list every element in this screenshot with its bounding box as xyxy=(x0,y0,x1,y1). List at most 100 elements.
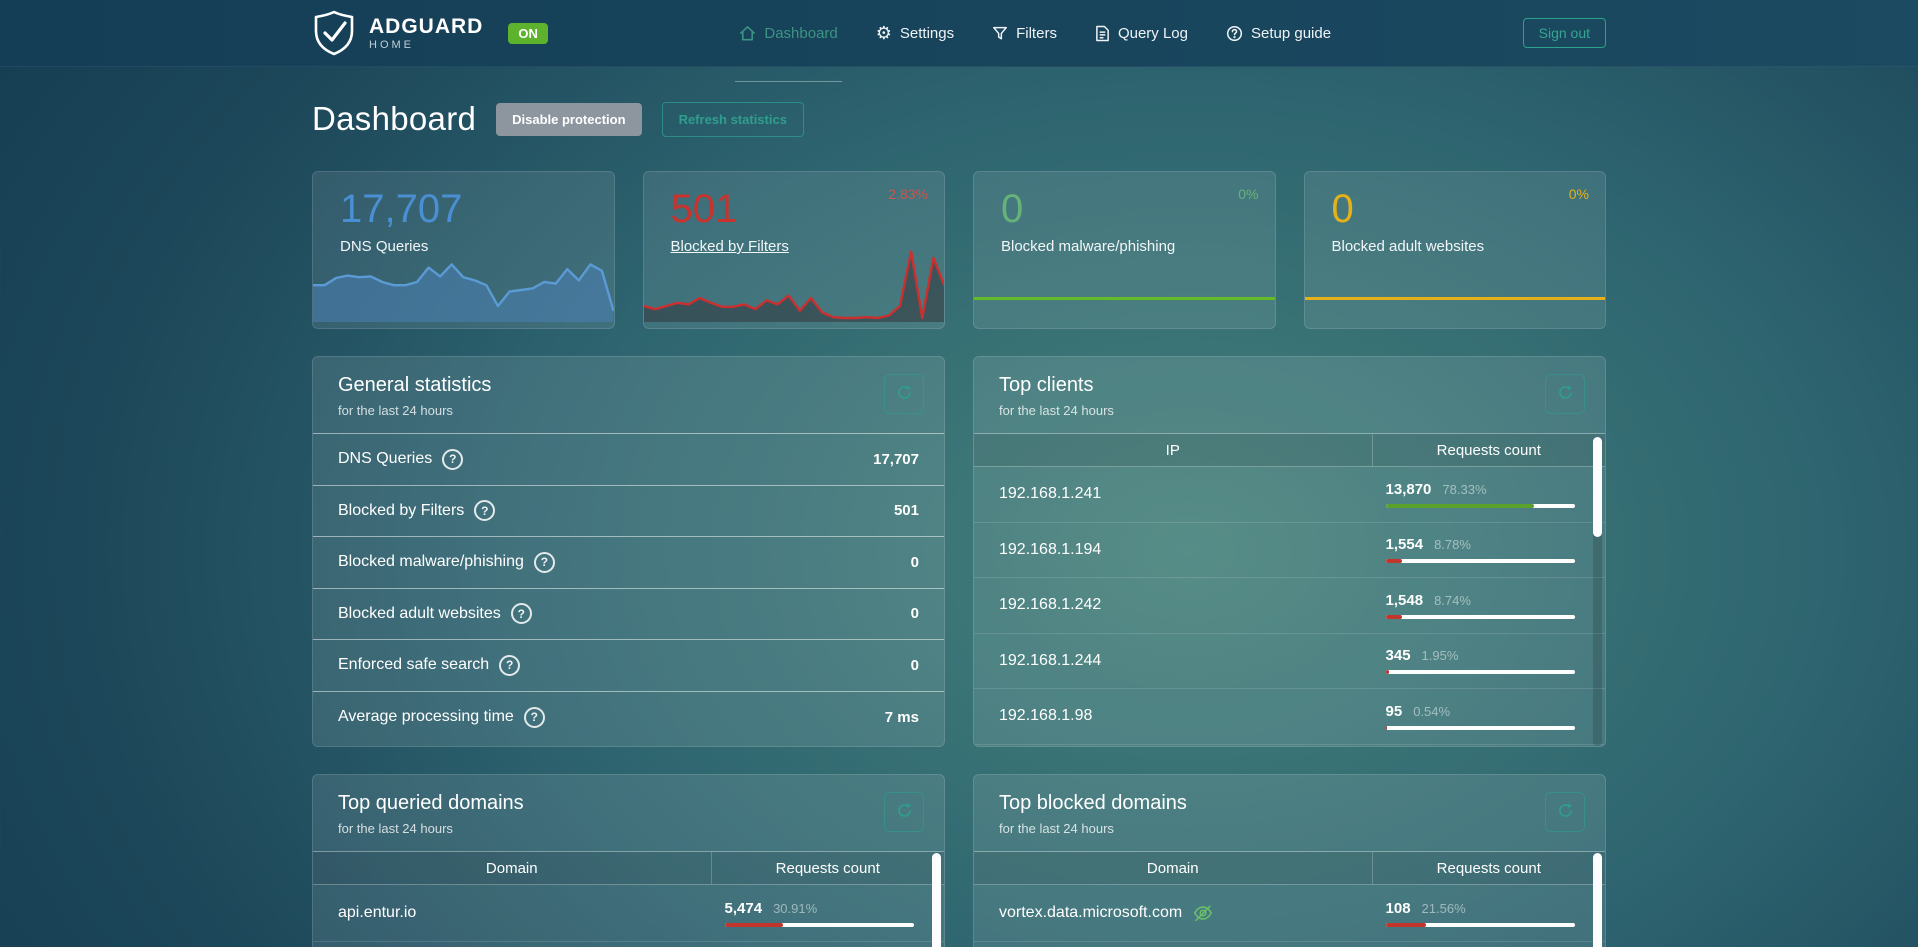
progress-bar xyxy=(1386,504,1575,508)
nav-dashboard-label: Dashboard xyxy=(764,25,837,42)
blocked-malware-percent: 0% xyxy=(1238,186,1258,202)
gear-icon: ⚙ xyxy=(876,24,892,42)
blocked-adult-percent: 0% xyxy=(1569,186,1589,202)
client-row: 192.168.1.98 95 0.54% xyxy=(974,689,1605,745)
nav-links: Dashboard ⚙ Settings Filters xyxy=(739,0,1331,66)
request-count: 5,474 xyxy=(725,900,763,917)
shield-logo-icon xyxy=(312,10,356,56)
help-icon[interactable] xyxy=(474,500,495,521)
stat-label: Blocked malware/phishing xyxy=(338,553,524,571)
disable-protection-button[interactable]: Disable protection xyxy=(496,103,641,136)
dns-queries-value: 17,707 xyxy=(340,186,596,232)
scrollbar-thumb[interactable] xyxy=(1593,437,1602,537)
scrollbar-thumb[interactable] xyxy=(1593,853,1602,947)
card-blocked-by-filters: 501 Blocked by Filters 2.83% xyxy=(643,171,946,329)
nav-setup-guide-label: Setup guide xyxy=(1251,25,1331,42)
client-ip[interactable]: 192.168.1.242 xyxy=(974,596,1372,614)
refresh-icon-button[interactable] xyxy=(1545,374,1585,414)
blocked-filters-sparkline xyxy=(644,242,945,322)
document-icon xyxy=(1095,25,1110,42)
column-header-domain: Domain xyxy=(974,860,1372,877)
top-clients-subtitle: for the last 24 hours xyxy=(999,403,1580,418)
help-icon[interactable] xyxy=(499,655,520,676)
stat-label: DNS Queries xyxy=(338,450,432,468)
refresh-icon xyxy=(896,802,913,822)
brand-subtitle: HOME xyxy=(369,40,483,51)
top-blocked-subtitle: for the last 24 hours xyxy=(999,821,1580,836)
scrollbar xyxy=(1593,437,1602,746)
table-header: Domain Requests count xyxy=(974,852,1605,885)
filter-funnel-icon xyxy=(992,25,1008,41)
refresh-icon xyxy=(1557,802,1574,822)
adguard-home-logo[interactable]: ADGUARD HOME ON xyxy=(312,10,548,56)
column-header-requests: Requests count xyxy=(711,852,944,884)
top-clients-title: Top clients xyxy=(999,374,1580,397)
blocked-adult-flatline xyxy=(1305,297,1606,300)
blocked-adult-label: Blocked adult websites xyxy=(1332,238,1588,255)
top-queried-domains-panel: Top queried domains for the last 24 hour… xyxy=(312,774,945,947)
refresh-icon xyxy=(896,384,913,404)
queried-domain[interactable]: api.entur.io xyxy=(313,904,711,922)
nav-settings[interactable]: ⚙ Settings xyxy=(876,0,954,66)
refresh-statistics-button[interactable]: Refresh statistics xyxy=(662,102,804,137)
client-ip[interactable]: 192.168.1.98 xyxy=(974,707,1372,725)
top-queried-subtitle: for the last 24 hours xyxy=(338,821,919,836)
client-row: 192.168.1.242 1,548 8.74% xyxy=(974,578,1605,634)
request-count: 1,554 xyxy=(1386,536,1424,553)
stat-value: 0 xyxy=(911,554,919,571)
request-percent: 30.91% xyxy=(773,901,817,916)
stat-value: 501 xyxy=(894,502,919,519)
brand-name: ADGUARD xyxy=(369,16,483,37)
progress-bar xyxy=(1386,923,1575,927)
request-count: 1,548 xyxy=(1386,592,1424,609)
blocked-malware-value: 0 xyxy=(1001,186,1257,232)
help-icon[interactable] xyxy=(524,707,545,728)
top-clients-panel: Top clients for the last 24 hours IP Req… xyxy=(973,356,1606,747)
stat-row-blocked-adult: Blocked adult websites 0 xyxy=(313,589,944,641)
stat-row-processing-time: Average processing time 7 ms xyxy=(313,692,944,744)
stat-row-blocked-malware: Blocked malware/phishing 0 xyxy=(313,537,944,589)
nav-settings-label: Settings xyxy=(900,25,954,42)
request-count: 345 xyxy=(1386,647,1411,664)
nav-query-log[interactable]: Query Log xyxy=(1095,0,1188,66)
progress-bar xyxy=(1386,559,1575,563)
card-dns-queries: 17,707 DNS Queries xyxy=(312,171,615,329)
card-blocked-adult: 0 Blocked adult websites 0% xyxy=(1304,171,1607,329)
client-ip[interactable]: 192.168.1.194 xyxy=(974,541,1372,559)
stat-row-safe-search: Enforced safe search 0 xyxy=(313,640,944,692)
sign-out-button[interactable]: Sign out xyxy=(1523,18,1606,48)
help-icon[interactable] xyxy=(442,449,463,470)
stat-value: 7 ms xyxy=(885,709,919,726)
progress-bar xyxy=(1386,670,1575,674)
table-header: Domain Requests count xyxy=(313,852,944,885)
nav-filters[interactable]: Filters xyxy=(992,0,1057,66)
domain-row: api.entur.io 5,474 30.91% xyxy=(313,885,944,942)
blocked-adult-value: 0 xyxy=(1332,186,1588,232)
refresh-icon-button[interactable] xyxy=(884,792,924,832)
refresh-icon-button[interactable] xyxy=(884,374,924,414)
top-blocked-title: Top blocked domains xyxy=(999,792,1580,815)
scrollbar xyxy=(932,853,941,947)
navbar: ADGUARD HOME ON Dashboard ⚙ Settings xyxy=(0,0,1918,67)
client-ip[interactable]: 192.168.1.241 xyxy=(974,485,1372,503)
general-statistics-title: General statistics xyxy=(338,374,919,397)
client-row: 192.168.1.194 1,554 8.78% xyxy=(974,523,1605,579)
request-percent: 21.56% xyxy=(1422,901,1466,916)
progress-bar xyxy=(725,923,914,927)
column-header-ip: IP xyxy=(974,442,1372,459)
help-icon[interactable] xyxy=(534,552,555,573)
eye-off-icon[interactable] xyxy=(1192,902,1214,924)
nav-dashboard[interactable]: Dashboard xyxy=(739,0,837,66)
progress-bar xyxy=(1386,615,1575,619)
nav-setup-guide[interactable]: Setup guide xyxy=(1226,0,1331,66)
client-ip[interactable]: 192.168.1.244 xyxy=(974,652,1372,670)
help-icon[interactable] xyxy=(511,603,532,624)
nav-filters-label: Filters xyxy=(1016,25,1057,42)
scrollbar-thumb[interactable] xyxy=(932,853,941,947)
stat-label: Average processing time xyxy=(338,708,514,726)
blocked-domain[interactable]: vortex.data.microsoft.com xyxy=(999,904,1182,922)
refresh-icon-button[interactable] xyxy=(1545,792,1585,832)
request-percent: 0.54% xyxy=(1413,704,1450,719)
stat-label: Enforced safe search xyxy=(338,656,489,674)
dns-queries-sparkline xyxy=(313,242,614,322)
